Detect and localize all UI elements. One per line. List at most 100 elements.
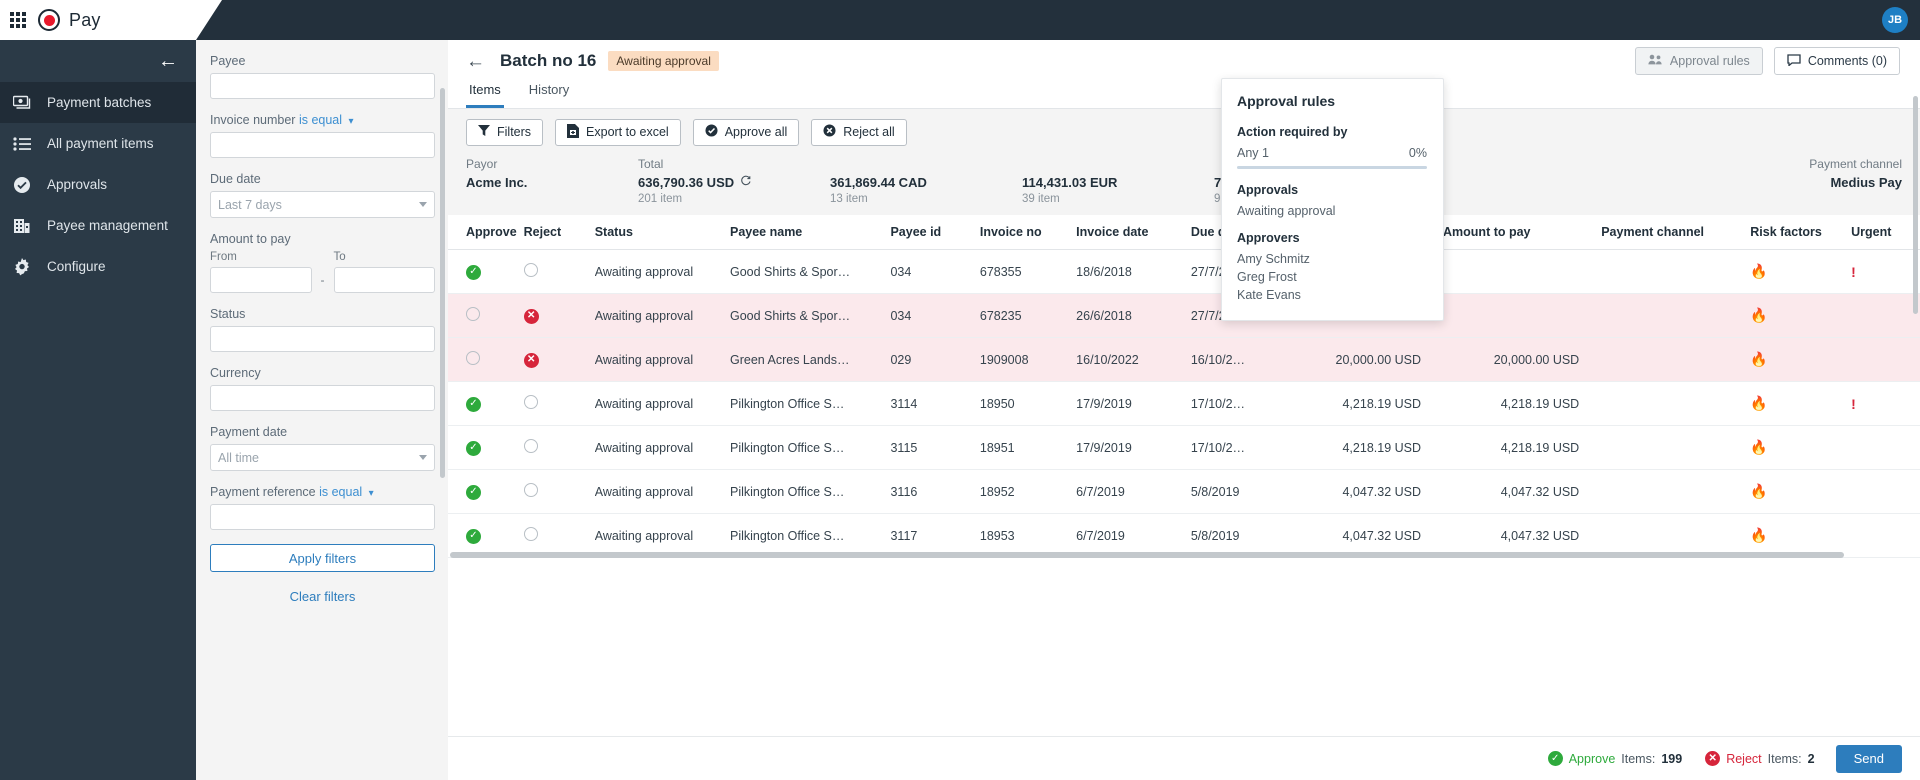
table-row[interactable]: ✓ Awaiting approval Good Shirts & Spor… 034… (448, 249, 1920, 294)
main-vertical-scrollbar[interactable] (1913, 96, 1918, 314)
radio-empty-icon[interactable] (523, 439, 538, 453)
flame-icon: 🔥 (1750, 263, 1768, 279)
approve-checked-icon[interactable]: ✓ (466, 396, 481, 412)
table-row[interactable]: ✓ Awaiting approval Pilkington Office S… 31… (448, 381, 1920, 426)
filter-currency-input[interactable] (210, 385, 435, 411)
approve-checked-icon[interactable]: ✓ (466, 440, 481, 456)
radio-empty-icon[interactable] (523, 263, 538, 277)
radio-empty-icon[interactable] (523, 483, 538, 497)
arrow-left-icon[interactable]: ← (466, 52, 485, 71)
cell-approve[interactable]: ✓ (448, 249, 524, 294)
filter-payment-reference-input[interactable] (210, 504, 435, 530)
filter-status-input[interactable] (210, 326, 435, 352)
cell-invoice-date: 18/6/2018 (1076, 249, 1191, 294)
filter-payment-reference-text: Payment reference (210, 485, 316, 499)
filter-panel-scrollbar[interactable] (440, 88, 445, 478)
flame-icon: 🔥 (1750, 395, 1768, 411)
approve-checked-icon[interactable]: ✓ (466, 264, 481, 280)
tab-items[interactable]: Items (466, 82, 504, 108)
radio-empty-icon[interactable] (523, 395, 538, 409)
bottom-reject-count: 2 (1807, 751, 1815, 766)
cell-approve[interactable]: ✓ (448, 469, 524, 514)
apps-grid-icon[interactable] (10, 12, 26, 28)
comments-button[interactable]: Comments (0) (1773, 47, 1900, 75)
cell-reject[interactable] (523, 469, 595, 514)
refresh-icon[interactable] (740, 175, 752, 190)
approve-checked-icon[interactable]: ✓ (466, 528, 481, 544)
popover-approvers-head: Approvers (1237, 231, 1300, 245)
cell-approve[interactable]: ✓ (448, 513, 524, 558)
filter-amount-to-group: To (333, 251, 435, 293)
cell-approve[interactable]: ✓ (448, 425, 524, 470)
table-row[interactable]: ✓ Awaiting approval Pilkington Office S… 31… (448, 469, 1920, 514)
cell-reject[interactable]: ✕ (523, 337, 595, 382)
sidebar-item-payee-management[interactable]: Payee management (0, 205, 196, 246)
sidebar-item-all-payment-items[interactable]: All payment items (0, 123, 196, 164)
table-row[interactable]: ✕ Awaiting approval Good Shirts & Spor… 034… (448, 293, 1920, 338)
bottom-reject-items-label: Items: (1767, 751, 1802, 766)
cell-approve[interactable] (448, 293, 524, 338)
cell-status: Awaiting approval (594, 249, 730, 294)
radio-empty-icon[interactable] (466, 307, 480, 321)
filter-payment-reference-operator[interactable]: is equal (319, 485, 362, 499)
sidebar-item-payment-batches[interactable]: Payment batches (0, 82, 196, 123)
sidebar-item-approvals[interactable]: Approvals (0, 164, 196, 205)
filter-invoice-number-input[interactable] (210, 132, 435, 158)
approve-all-button[interactable]: Approve all (692, 118, 800, 146)
tab-history[interactable]: History (526, 82, 572, 108)
totals-amount-2: 114,431.03 EUR 39 item (1022, 157, 1214, 205)
table-row[interactable]: ✓ Awaiting approval Pilkington Office S… 31… (448, 425, 1920, 470)
radio-empty-icon[interactable] (523, 527, 538, 541)
filter-amount-from-label: From (210, 251, 237, 263)
chevron-down-icon[interactable]: ▾ (369, 488, 374, 499)
filter-invoice-number-text: Invoice number (210, 113, 296, 127)
cell-reject[interactable]: ✕ (523, 293, 595, 338)
filter-payment-date-select[interactable]: All time (210, 444, 435, 471)
cell-urgent: ! (1851, 249, 1920, 294)
reject-all-button[interactable]: Reject all (811, 118, 907, 146)
bottom-approve-group: ✓ Approve Items: 199 (1547, 751, 1682, 766)
avatar[interactable]: JB (1882, 7, 1908, 33)
cell-amount-to-pay: 4,047.32 USD (1443, 469, 1602, 514)
filters-button[interactable]: Filters (466, 118, 544, 146)
table-horizontal-scrollbar[interactable] (450, 552, 1844, 558)
filter-amount-to-input[interactable] (333, 267, 435, 293)
radio-empty-icon[interactable] (466, 351, 480, 365)
approve-checked-icon[interactable]: ✓ (466, 484, 481, 500)
cell-approve[interactable]: ✓ (448, 381, 524, 426)
exclamation-icon: ! (1851, 395, 1856, 412)
reject-checked-icon[interactable]: ✕ (523, 308, 539, 324)
cell-invoice-date: 6/7/2019 (1076, 469, 1191, 514)
table-row[interactable]: ✕ Awaiting approval Green Acres Lands… 029 1… (448, 337, 1920, 382)
filter-payment-reference-label: Payment reference is equal ▾ (210, 485, 435, 499)
filter-invoice-number-operator[interactable]: is equal (299, 113, 342, 127)
reject-checked-icon[interactable]: ✕ (523, 352, 539, 368)
cell-reject[interactable] (523, 381, 595, 426)
cell-invoice-date: 17/9/2019 (1076, 381, 1191, 426)
export-to-excel-button[interactable]: Export to excel (555, 118, 681, 146)
cell-reject[interactable] (523, 249, 595, 294)
cell-payee-name: Pilkington Office S… (729, 425, 891, 470)
cell-reject[interactable] (523, 513, 595, 558)
sidebar-item-label: All payment items (47, 136, 154, 151)
chevron-down-icon[interactable]: ▾ (349, 116, 354, 127)
filter-payee-input[interactable] (210, 73, 435, 99)
clear-filters-button[interactable]: Clear filters (210, 583, 435, 609)
cell-urgent: ! (1851, 381, 1920, 426)
filter-amount-to-label: To (333, 251, 346, 263)
cell-approve[interactable] (448, 337, 524, 382)
totals-payment-channel: Payment channel Medius Pay (1809, 157, 1902, 205)
apply-filters-button[interactable]: Apply filters (210, 544, 435, 572)
cell-risk-factors: 🔥 (1750, 425, 1852, 470)
arrow-left-icon[interactable]: ← (158, 51, 178, 71)
table-row[interactable]: ✓ Awaiting approval Pilkington Office S… 31… (448, 513, 1920, 558)
cell-urgent (1851, 425, 1920, 470)
filter-due-date-select[interactable]: Last 7 days (210, 191, 435, 218)
cell-invoice-no: 18950 (979, 381, 1077, 426)
send-button[interactable]: Send (1835, 744, 1902, 773)
cell-reject[interactable] (523, 425, 595, 470)
filter-amount-from-input[interactable] (210, 267, 312, 293)
approval-rules-button[interactable]: Approval rules (1634, 47, 1763, 75)
totals-amount-items: 201 item (638, 193, 683, 205)
sidebar-item-configure[interactable]: Configure (0, 246, 196, 287)
